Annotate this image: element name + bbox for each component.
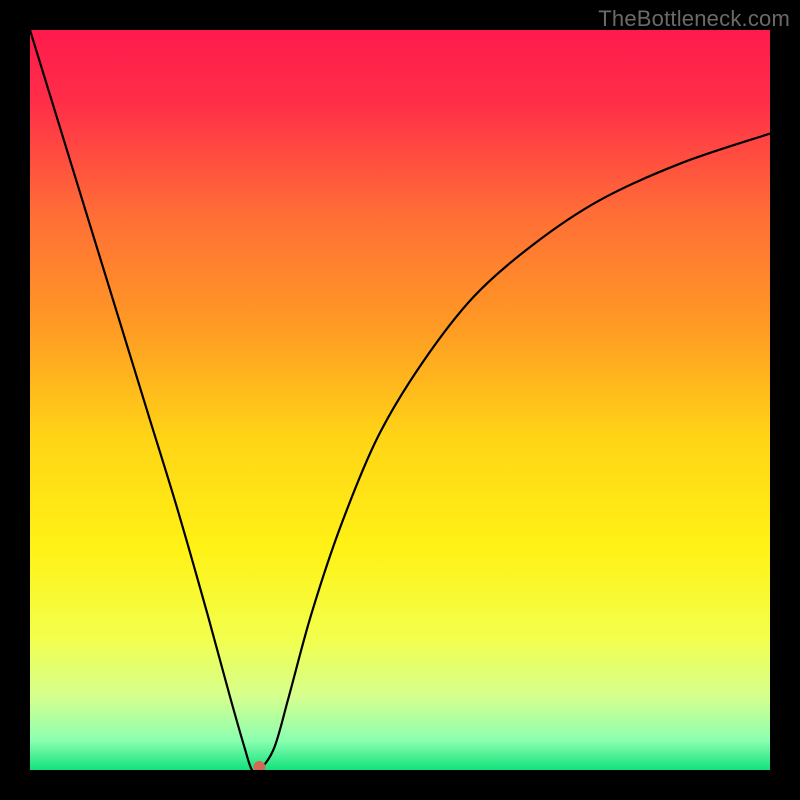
- watermark-text: TheBottleneck.com: [598, 6, 790, 32]
- curve-layer: [30, 30, 770, 770]
- plot-area: [30, 30, 770, 770]
- chart-frame: TheBottleneck.com: [0, 0, 800, 800]
- optimum-marker: [253, 761, 265, 770]
- bottleneck-curve: [30, 30, 770, 770]
